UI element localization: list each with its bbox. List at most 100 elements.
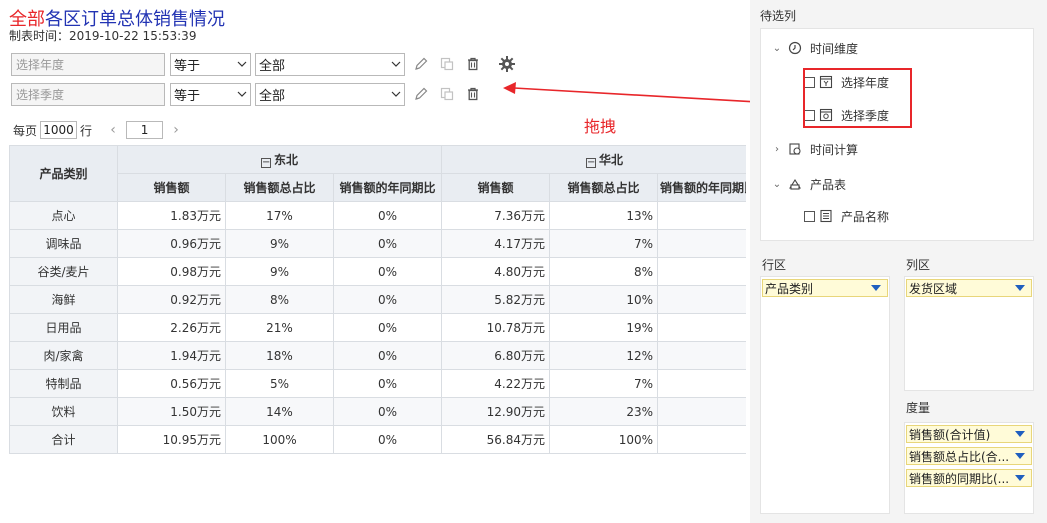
copy-icon[interactable]: [437, 54, 457, 74]
cell: 8%: [549, 257, 658, 286]
year-operator-select[interactable]: 等于: [170, 52, 251, 76]
chevron-down-icon[interactable]: ⌄: [771, 43, 783, 54]
measure-header[interactable]: 销售额的年同期比: [657, 173, 746, 202]
tree-node-product-table[interactable]: ⌄ 产品表: [771, 175, 846, 193]
measure-chip-sales-yoy[interactable]: 销售额的同期比(...: [906, 469, 1032, 487]
cell: 0%: [333, 341, 442, 370]
measure-header[interactable]: 销售额总占比: [549, 173, 658, 202]
cell: 7%: [549, 369, 658, 398]
chevron-down-icon: [388, 84, 404, 105]
year-filter-field[interactable]: 选择年度: [11, 52, 165, 76]
clock-icon: [788, 41, 802, 55]
row-label[interactable]: 海鲜: [9, 285, 118, 314]
region-header-northeast[interactable]: − 东北: [117, 145, 442, 174]
cell: 0.56万元: [117, 369, 226, 398]
quarter-operator-select[interactable]: 等于: [170, 82, 251, 106]
filter-row-year: 选择年度 等于 全部: [11, 52, 517, 76]
chevron-right-icon[interactable]: ›: [771, 144, 783, 155]
measure-header[interactable]: 销售额的年同期比: [333, 173, 442, 202]
page-number-input[interactable]: 1: [126, 121, 164, 139]
col-zone-title: 列区: [906, 258, 931, 272]
chevron-down-icon: [234, 84, 250, 105]
year-value-select[interactable]: 全部: [255, 52, 405, 76]
collapse-icon[interactable]: −: [586, 158, 596, 168]
caret-down-icon[interactable]: [871, 285, 881, 291]
row-chip-product-category[interactable]: 产品类别: [762, 279, 888, 297]
measure-chip-sales-share[interactable]: 销售额总占比(合...: [906, 447, 1032, 465]
cell: 0.96万元: [117, 229, 226, 258]
caret-down-icon[interactable]: [1015, 431, 1025, 437]
quarter-value-select[interactable]: 全部: [255, 82, 405, 106]
row-zone[interactable]: 产品类别: [760, 276, 890, 514]
cell: [657, 285, 746, 314]
row-header-product-category[interactable]: 产品类别: [9, 145, 118, 202]
highlight-box-annotation: [803, 68, 912, 128]
delete-trash-icon[interactable]: [463, 54, 483, 74]
checkbox[interactable]: [804, 210, 815, 222]
row-label[interactable]: 点心: [9, 201, 118, 230]
cell: [657, 369, 746, 398]
row-label[interactable]: 饮料: [9, 397, 118, 426]
edit-pencil-icon[interactable]: [411, 54, 431, 74]
delete-trash-icon[interactable]: [463, 84, 483, 104]
row-label[interactable]: 谷类/麦片: [9, 257, 118, 286]
cell: 12.90万元: [441, 397, 550, 426]
tree-node-label: 产品表: [810, 177, 847, 192]
title-filter-prefix: 全部: [9, 9, 45, 30]
per-page-label: 每页: [13, 123, 38, 138]
row-label[interactable]: 调味品: [9, 229, 118, 258]
cell: 1.83万元: [117, 201, 226, 230]
edit-pencil-icon[interactable]: [411, 84, 431, 104]
measure-zone[interactable]: 销售额(合计值) 销售额总占比(合... 销售额的同期比(...: [904, 422, 1034, 514]
cell: 56.84万元: [441, 425, 550, 454]
measure-header[interactable]: 销售额: [117, 173, 226, 202]
tree-node-product-name[interactable]: 产品名称: [804, 207, 889, 225]
next-page-icon[interactable]: ›: [167, 122, 185, 138]
measure-header[interactable]: 销售额总占比: [225, 173, 334, 202]
cell: 7%: [549, 229, 658, 258]
measure-chip-sales-total[interactable]: 销售额(合计值): [906, 425, 1032, 443]
cell: 4.80万元: [441, 257, 550, 286]
cell: 9%: [225, 229, 334, 258]
measure-header[interactable]: 销售额: [441, 173, 550, 202]
cell: 5%: [225, 369, 334, 398]
region-label: 华北: [599, 153, 624, 167]
title-main: 各区订单总体销售情况: [45, 9, 225, 30]
per-page-input[interactable]: 1000: [40, 121, 78, 139]
gear-icon[interactable]: [497, 54, 517, 74]
quarter-filter-field[interactable]: 选择季度: [11, 82, 165, 106]
cell: 0%: [333, 201, 442, 230]
tree-node-label: 时间计算: [810, 142, 859, 157]
row-label[interactable]: 特制品: [9, 369, 118, 398]
row-label[interactable]: 日用品: [9, 313, 118, 342]
col-zone[interactable]: 发货区域: [904, 276, 1034, 391]
chip-label: 销售额(合计值): [909, 427, 991, 442]
cell: 18%: [225, 341, 334, 370]
report-timestamp: 制表时间：2019-10-22 15:53:39: [9, 29, 197, 43]
cell: 8%: [225, 285, 334, 314]
cell: 0%: [333, 229, 442, 258]
caret-down-icon[interactable]: [1015, 453, 1025, 459]
row-label[interactable]: 肉/家禽: [9, 341, 118, 370]
tree-node-time-dimension[interactable]: ⌄ 时间维度: [771, 39, 858, 57]
col-chip-ship-region[interactable]: 发货区域: [906, 279, 1032, 297]
cell: [657, 257, 746, 286]
tree-node-time-calc[interactable]: › 时间计算: [771, 140, 858, 158]
caret-down-icon[interactable]: [1015, 475, 1025, 481]
cell: 100%: [225, 425, 334, 454]
collapse-icon[interactable]: −: [260, 158, 271, 168]
row-label[interactable]: 合计: [9, 425, 118, 454]
cell: 4.17万元: [441, 229, 550, 258]
pivot-table-viewport[interactable]: 产品类别 − 东北 − 华北 销售额 销售额总占比 销售额的年同期比 销售额 销售额…: [9, 145, 746, 455]
copy-icon[interactable]: [437, 84, 457, 104]
table-row: 谷类/麦片 0.98万元 9% 0% 4.80万元 8%: [9, 257, 746, 286]
table-row-total: 合计 10.95万元 100% 0% 56.84万元 100%: [9, 425, 746, 454]
drag-annotation-label: 拖拽: [584, 117, 617, 136]
chevron-down-icon[interactable]: ⌄: [771, 179, 783, 190]
candidates-title: 待选列: [760, 9, 797, 23]
pager: 每页 1000 行 ‹ 1 ›: [13, 121, 185, 139]
table-row: 饮料 1.50万元 14% 0% 12.90万元 23%: [9, 397, 746, 426]
caret-down-icon[interactable]: [1015, 285, 1025, 291]
region-header-north[interactable]: − 华北: [441, 145, 746, 174]
prev-page-icon[interactable]: ‹: [104, 122, 122, 138]
